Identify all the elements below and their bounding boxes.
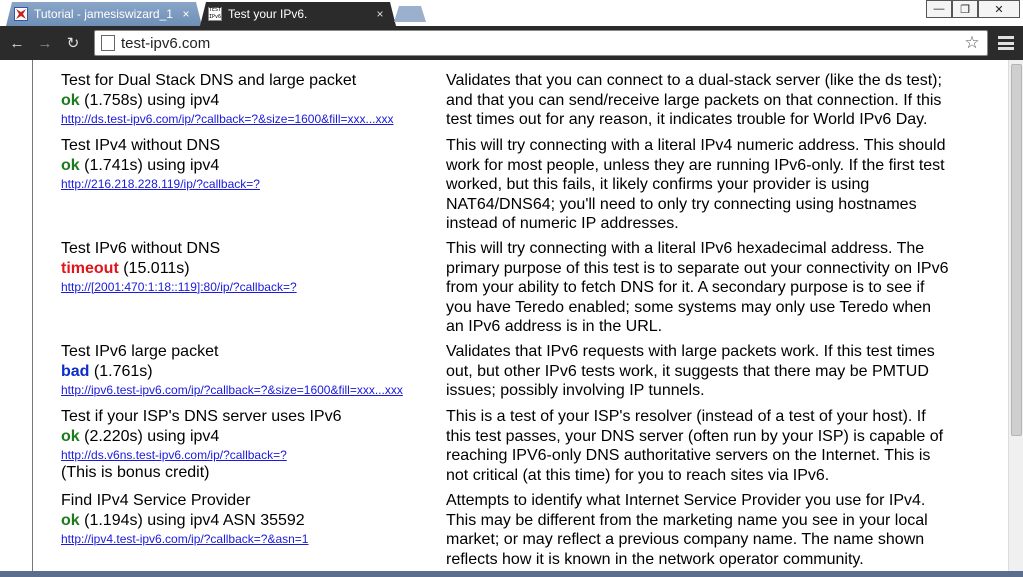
result-detail: (1.741s) using ipv4 [79, 157, 220, 174]
status-ok: ok [61, 428, 80, 445]
browser-toolbar: ← → ↻ test-ipv6.com ☆ [0, 26, 1023, 60]
test-description: This is a test of your ISP's resolver (i… [446, 408, 944, 484]
content-border [32, 60, 33, 577]
close-window-button[interactable]: ✕ [978, 0, 1020, 18]
ipv6-favicon-icon: TEST IPv6 [208, 7, 222, 20]
test-description: This will try connecting with a literal … [446, 137, 946, 232]
result-detail: (1.758s) using ipv4 [79, 92, 220, 109]
reload-button[interactable]: ↻ [62, 33, 84, 53]
test-name: Test for Dual Stack DNS and large packet [61, 72, 357, 89]
test-name: Test if your ISP's DNS server uses IPv6 [61, 408, 342, 425]
page-icon [101, 35, 115, 51]
test-result: ok (1.194s) using ipv4 ASN 35592 [61, 511, 443, 531]
test-name: Find IPv4 Service Provider [61, 492, 251, 509]
url-text[interactable]: test-ipv6.com [121, 35, 961, 52]
status-ok: ok [61, 157, 80, 174]
scrollbar-thumb[interactable] [1011, 64, 1022, 436]
test-url-link[interactable]: http://ds.v6ns.test-ipv6.com/ip/?callbac… [61, 447, 443, 464]
test-url-link[interactable]: http://ipv4.test-ipv6.com/ip/?callback=?… [61, 531, 443, 548]
result-detail: (15.011s) [118, 260, 190, 277]
menu-icon[interactable] [996, 34, 1016, 52]
test-result: bad (1.761s) [61, 362, 443, 382]
status-bad: bad [61, 363, 90, 380]
test-url-link[interactable]: http://ds.test-ipv6.com/ip/?callback=?&s… [61, 111, 443, 128]
status-ok: ok [61, 512, 80, 529]
forward-button[interactable]: → [34, 33, 56, 53]
tab-close-icon[interactable]: × [372, 7, 388, 21]
back-button[interactable]: ← [6, 33, 28, 53]
test-url-link[interactable]: http://216.218.228.119/ip/?callback=? [61, 176, 443, 193]
test-result: ok (2.220s) using ipv4 [61, 427, 443, 447]
test-url-link[interactable]: http://ipv6.test-ipv6.com/ip/?callback=?… [61, 382, 443, 399]
tab-title: Tutorial - jamesiswizard_1 [34, 7, 173, 21]
new-tab-button[interactable] [394, 6, 426, 22]
taskbar [0, 571, 1023, 577]
result-detail: (2.220s) using ipv4 [79, 428, 220, 445]
bookmark-star-icon[interactable]: ☆ [961, 33, 983, 53]
maximize-button[interactable]: ❐ [952, 0, 978, 18]
tab-tutorial[interactable]: Tutorial - jamesiswizard_1 × [6, 2, 202, 26]
result-detail: (1.194s) using ipv4 ASN 35592 [79, 512, 305, 529]
test-name: Test IPv6 large packet [61, 343, 219, 360]
tab-close-icon[interactable]: × [178, 7, 194, 21]
test-description: This will try connecting with a literal … [446, 240, 949, 335]
test-result: ok (1.758s) using ipv4 [61, 91, 443, 111]
test-description: Attempts to identify what Internet Servi… [446, 492, 928, 568]
bonus-note: (This is bonus credit) [61, 464, 210, 481]
test-name: Test IPv6 without DNS [61, 240, 221, 257]
vertical-scrollbar[interactable] [1008, 60, 1023, 577]
test-description: Validates that IPv6 requests with large … [446, 343, 935, 399]
minimize-button[interactable]: — [926, 0, 952, 18]
page-viewport: Test for Dual Stack DNS and large packet… [0, 60, 1023, 577]
test-description: Validates that you can connect to a dual… [446, 72, 942, 128]
status-timeout: timeout [61, 260, 119, 277]
status-ok: ok [61, 92, 80, 109]
test-result: ok (1.741s) using ipv4 [61, 156, 443, 176]
title-bar: Tutorial - jamesiswizard_1 × TEST IPv6 T… [0, 0, 1023, 26]
address-bar[interactable]: test-ipv6.com ☆ [94, 30, 988, 56]
test-name: Test IPv4 without DNS [61, 137, 221, 154]
tab-title: Test your IPv6. [228, 7, 308, 21]
site-favicon-icon [14, 7, 28, 21]
result-detail: (1.761s) [89, 363, 153, 380]
tab-test-ipv6[interactable]: TEST IPv6 Test your IPv6. × [200, 2, 396, 26]
test-result: timeout (15.011s) [61, 259, 443, 279]
test-url-link[interactable]: http://[2001:470:1:18::119]:80/ip/?callb… [61, 279, 443, 296]
